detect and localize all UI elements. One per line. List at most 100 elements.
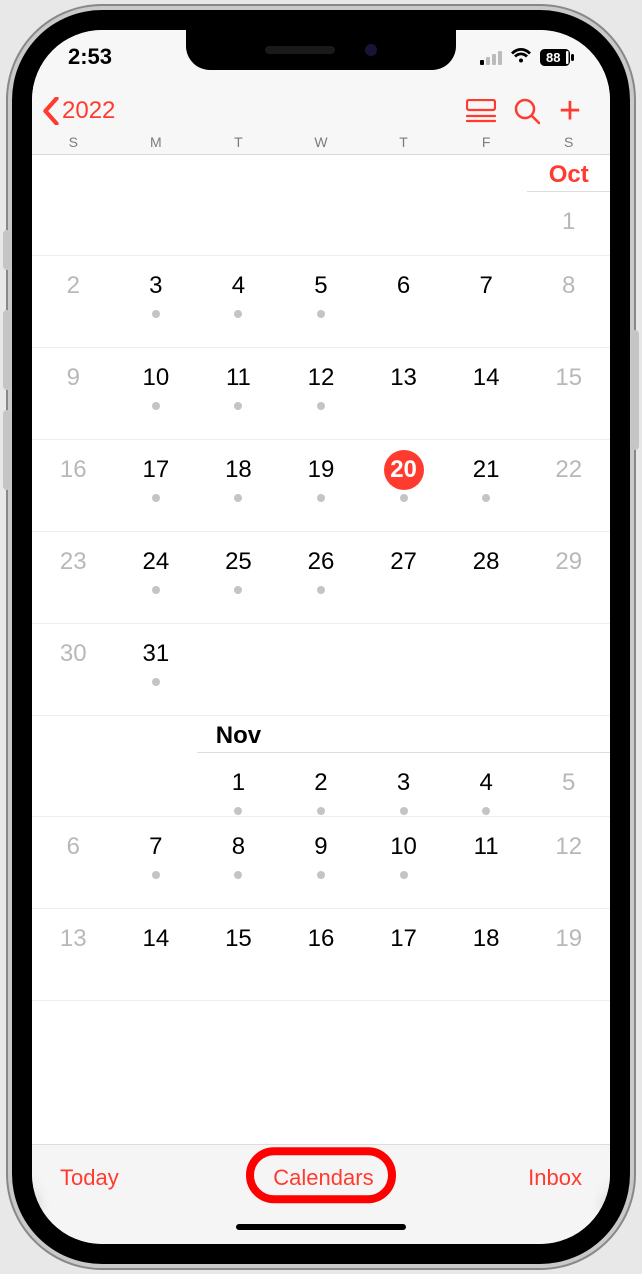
day-cell[interactable]: 14 (445, 348, 528, 439)
day-cell[interactable]: 19 (280, 440, 363, 531)
day-cell[interactable]: 5 (527, 753, 610, 816)
day-number: 25 (218, 542, 258, 582)
search-button[interactable] (504, 97, 550, 125)
day-cell (362, 624, 445, 715)
week-row: 161718 19 20 21 22 (32, 440, 610, 532)
day-number: 30 (53, 634, 93, 674)
day-cell[interactable]: 7 (115, 817, 198, 908)
day-number: 13 (384, 358, 424, 398)
day-cell[interactable]: 31 (115, 624, 198, 715)
day-cell[interactable]: 25 (197, 532, 280, 623)
calendars-button[interactable]: Calendars (273, 1165, 373, 1191)
day-cell[interactable]: 9 (280, 817, 363, 908)
day-cell[interactable]: 22 (527, 440, 610, 531)
day-cell[interactable]: 10 (362, 817, 445, 908)
day-cell[interactable]: 6 (362, 256, 445, 347)
day-number: 29 (549, 542, 589, 582)
day-cell[interactable]: 18 (445, 909, 528, 1000)
day-cell[interactable]: 17 (115, 440, 198, 531)
day-cell-today[interactable]: 20 (362, 440, 445, 531)
day-number: 1 (218, 763, 258, 803)
day-cell[interactable]: 17 (362, 909, 445, 1000)
event-dot (400, 494, 408, 502)
day-number: 5 (301, 266, 341, 306)
day-cell[interactable]: 4 (197, 256, 280, 347)
day-cell[interactable]: 18 (197, 440, 280, 531)
event-dot (152, 494, 160, 502)
day-number: 11 (218, 358, 258, 398)
wifi-icon (510, 44, 532, 70)
day-cell[interactable]: 21 (445, 440, 528, 531)
day-number (384, 634, 424, 674)
volume-down (3, 410, 11, 490)
plus-icon: + (559, 92, 587, 130)
day-cell (362, 192, 445, 255)
day-cell[interactable]: 23 (32, 532, 115, 623)
inbox-button[interactable]: Inbox (528, 1165, 582, 1191)
day-cell[interactable]: 8 (527, 256, 610, 347)
day-cell[interactable]: 27 (362, 532, 445, 623)
day-cell[interactable]: 12 (527, 817, 610, 908)
day-number: 2 (301, 763, 341, 803)
day-cell[interactable]: 1 (527, 192, 610, 255)
view-mode-button[interactable] (458, 99, 504, 123)
event-dot (234, 494, 242, 502)
event-dot (152, 586, 160, 594)
day-cell[interactable]: 26 (280, 532, 363, 623)
day-number: 8 (549, 266, 589, 306)
day-cell[interactable]: 4 (445, 753, 528, 816)
day-cell[interactable]: 2 (280, 753, 363, 816)
mute-switch (3, 230, 11, 270)
day-number: 1 (549, 202, 589, 242)
day-number: 18 (466, 919, 506, 959)
day-cell (32, 192, 115, 255)
day-number: 7 (466, 266, 506, 306)
day-cell[interactable]: 10 (115, 348, 198, 439)
day-cell[interactable]: 11 (197, 348, 280, 439)
week-row: 1 2345 (32, 753, 610, 817)
day-number: 15 (549, 358, 589, 398)
phone-frame: 2:53 88 (12, 10, 630, 1264)
day-cell[interactable]: 15 (197, 909, 280, 1000)
battery-icon: 88 (540, 49, 574, 66)
day-cell (32, 753, 115, 816)
day-cell[interactable]: 6 (32, 817, 115, 908)
day-cell[interactable]: 28 (445, 532, 528, 623)
day-cell[interactable]: 16 (280, 909, 363, 1000)
day-cell[interactable]: 8 (197, 817, 280, 908)
notch (186, 30, 456, 70)
day-cell[interactable]: 9 (32, 348, 115, 439)
day-cell[interactable]: 14 (115, 909, 198, 1000)
event-dot (234, 871, 242, 879)
day-cell[interactable]: 1 (197, 753, 280, 816)
day-cell[interactable]: 11 (445, 817, 528, 908)
day-cell[interactable]: 3 (362, 753, 445, 816)
day-cell[interactable]: 2 (32, 256, 115, 347)
calendar-scroll[interactable]: Oct1234567891011121314151617181920212223… (32, 155, 610, 1144)
day-cell[interactable]: 13 (32, 909, 115, 1000)
day-cell (280, 192, 363, 255)
day-cell[interactable]: 12 (280, 348, 363, 439)
day-cell[interactable]: 30 (32, 624, 115, 715)
day-cell[interactable]: 16 (32, 440, 115, 531)
day-cell[interactable]: 7 (445, 256, 528, 347)
day-cell[interactable]: 15 (527, 348, 610, 439)
add-event-button[interactable]: + (550, 92, 596, 130)
day-number: 21 (466, 450, 506, 490)
day-number (136, 202, 176, 242)
today-button[interactable]: Today (60, 1165, 119, 1191)
day-cell[interactable]: 24 (115, 532, 198, 623)
day-cell[interactable]: 5 (280, 256, 363, 347)
day-number (466, 202, 506, 242)
back-button[interactable]: 2022 (42, 97, 115, 125)
day-cell[interactable]: 3 (115, 256, 198, 347)
day-number: 19 (301, 450, 341, 490)
day-cell (280, 624, 363, 715)
day-cell[interactable]: 29 (527, 532, 610, 623)
day-cell (445, 192, 528, 255)
weekday-label: S (32, 134, 115, 150)
chevron-left-icon (42, 97, 60, 125)
home-indicator[interactable] (32, 1210, 610, 1244)
day-cell[interactable]: 19 (527, 909, 610, 1000)
day-cell[interactable]: 13 (362, 348, 445, 439)
